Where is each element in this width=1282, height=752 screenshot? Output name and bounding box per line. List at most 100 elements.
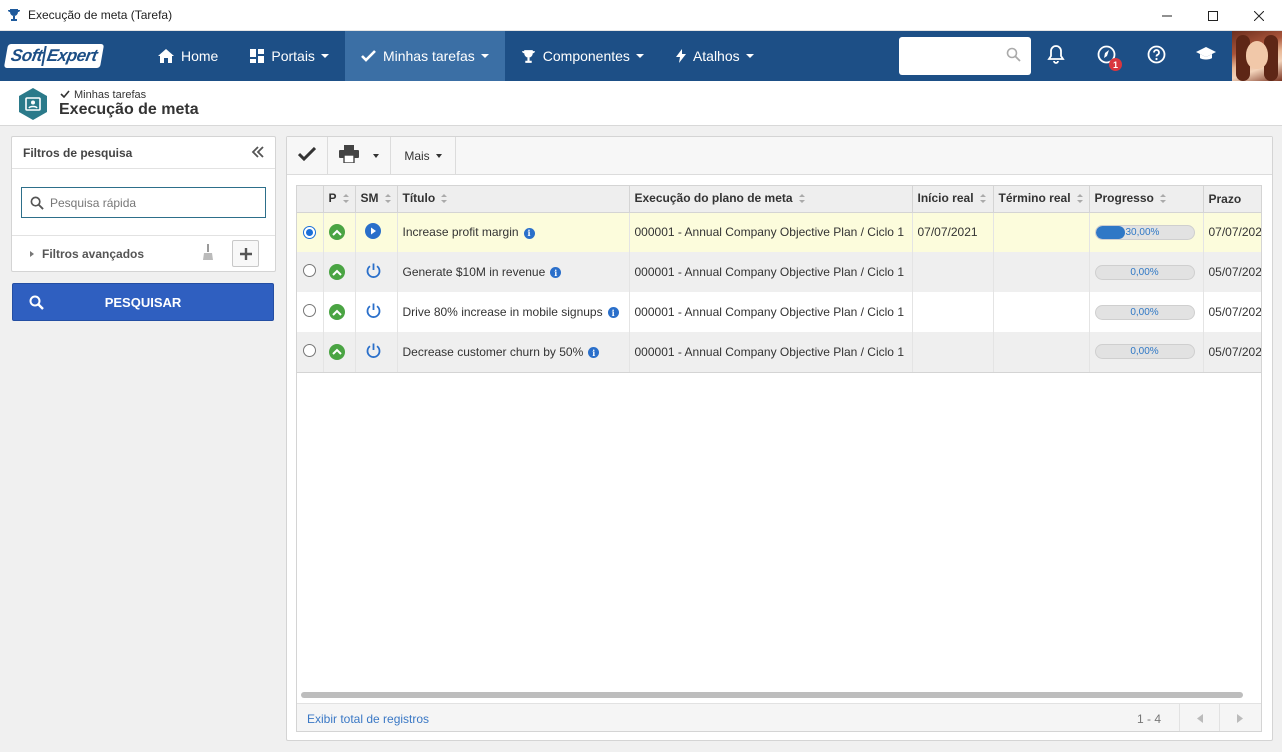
clear-filters-broom-icon[interactable] — [202, 244, 214, 264]
power-status-icon — [365, 303, 382, 322]
column-header-progress[interactable]: Progresso — [1089, 186, 1204, 213]
help-button[interactable] — [1131, 31, 1181, 81]
row-radio[interactable] — [303, 226, 316, 240]
table-row[interactable]: Drive 80% increase in mobile signups i 000… — [297, 292, 1261, 332]
previous-page-button[interactable] — [1179, 704, 1219, 731]
status-cell — [355, 332, 398, 373]
show-total-records-link[interactable]: Exibir total de registros — [307, 712, 429, 726]
task-title[interactable]: Generate $10M in revenue — [403, 265, 546, 279]
help-icon — [1147, 45, 1166, 67]
table-row[interactable]: Generate $10M in revenue i 000001 - Annual… — [297, 252, 1261, 292]
title-cell[interactable]: Drive 80% increase in mobile signups i — [397, 292, 630, 332]
status-cell — [355, 292, 398, 332]
title-cell[interactable]: Increase profit margin i — [397, 212, 630, 252]
nav-componentes[interactable]: Componentes — [505, 31, 660, 81]
select-column-header — [297, 186, 324, 213]
execute-button[interactable] — [287, 137, 328, 174]
maximize-button[interactable] — [1190, 0, 1236, 31]
priority-up-icon — [328, 304, 345, 320]
start-date-cell: 07/07/2021 — [912, 212, 994, 252]
row-select-cell[interactable] — [297, 252, 324, 292]
window-title: Execução de meta (Tarefa) — [28, 8, 173, 22]
print-button[interactable] — [328, 137, 391, 174]
progress-bar: 0,00% — [1094, 304, 1195, 320]
progress-cell: 0,00% — [1089, 332, 1204, 373]
softexpert-logo[interactable]: Soft Expert — [3, 43, 130, 69]
page-title: Execução de meta — [59, 101, 199, 118]
notifications-button[interactable] — [1031, 31, 1081, 81]
task-title[interactable]: Decrease customer churn by 50% — [403, 345, 584, 359]
info-icon[interactable]: i — [588, 347, 600, 359]
search-icon — [29, 295, 44, 313]
close-window-button[interactable] — [1236, 0, 1282, 31]
search-button[interactable]: PESQUISAR — [12, 283, 274, 321]
nav-minhas-tarefas-label: Minhas tarefas — [382, 48, 475, 64]
horizontal-scrollbar[interactable] — [301, 692, 1243, 698]
row-radio[interactable] — [303, 343, 316, 357]
quick-search-placeholder: Pesquisa rápida — [50, 195, 137, 210]
minimize-button[interactable] — [1144, 0, 1190, 31]
start-date-cell — [912, 252, 994, 292]
row-select-cell[interactable] — [297, 332, 324, 373]
chevron-down-icon — [373, 153, 379, 158]
info-icon[interactable]: i — [607, 307, 619, 319]
sort-icon — [342, 192, 349, 206]
table-row[interactable]: Increase profit margin i 000001 - Annual C… — [297, 212, 1262, 252]
row-radio[interactable] — [303, 304, 316, 317]
logo-text-expert: Expert — [41, 46, 99, 66]
column-header-priority[interactable]: P — [323, 186, 356, 213]
title-cell[interactable]: Generate $10M in revenue i — [397, 252, 630, 292]
end-date-cell — [993, 212, 1090, 252]
row-select-cell[interactable] — [297, 212, 324, 252]
nav-componentes-label: Componentes — [542, 48, 630, 64]
sort-icon — [1159, 192, 1166, 206]
column-header-plan[interactable]: Execução do plano de meta — [629, 186, 913, 213]
search-button-label: PESQUISAR — [104, 294, 182, 310]
column-header-sm[interactable]: SM — [355, 186, 398, 213]
global-search-input[interactable] — [899, 37, 1031, 75]
tasks-grid: P SM Título Execução do plano de meta In… — [296, 185, 1262, 732]
activities-button[interactable]: 1 — [1081, 31, 1131, 81]
progress-label: 30,00% — [1125, 226, 1160, 238]
task-title[interactable]: Increase profit margin — [403, 225, 519, 239]
column-header-start[interactable]: Início real — [912, 186, 994, 213]
notification-badge: 1 — [1109, 58, 1122, 71]
progress-cell: 0,00% — [1089, 292, 1204, 332]
plan-cell: 000001 - Annual Company Objective Plan /… — [629, 252, 913, 292]
sort-icon — [384, 192, 391, 206]
more-menu-button[interactable]: Mais — [391, 137, 456, 174]
row-radio[interactable] — [303, 264, 316, 277]
chevron-down-icon — [320, 54, 329, 58]
quick-search-input[interactable]: Pesquisa rápida — [21, 187, 266, 218]
table-row[interactable]: Decrease customer churn by 50% i 000001 - … — [297, 332, 1261, 373]
title-cell[interactable]: Decrease customer churn by 50% i — [397, 332, 630, 373]
column-header-title[interactable]: Título — [397, 186, 630, 213]
row-select-cell[interactable] — [297, 292, 324, 332]
column-header-deadline[interactable]: Prazo — [1203, 186, 1261, 213]
search-icon — [30, 196, 44, 210]
breadcrumb[interactable]: Minhas tarefas — [60, 89, 146, 101]
plan-name: 000001 - Annual Company Objective Plan /… — [634, 265, 905, 279]
column-header-end[interactable]: Término real — [993, 186, 1090, 213]
priority-up-icon — [328, 224, 345, 241]
info-icon[interactable]: i — [550, 267, 562, 279]
plan-name: 000001 - Annual Company Objective Plan /… — [634, 305, 905, 319]
deadline-date: 07/07/202 — [1208, 225, 1262, 240]
advanced-filters-toggle[interactable]: Filtros avançados — [12, 235, 275, 271]
user-avatar[interactable] — [1232, 31, 1282, 81]
learning-button[interactable] — [1181, 31, 1231, 81]
collapse-double-chevron-icon[interactable] — [251, 145, 265, 162]
task-title[interactable]: Drive 80% increase in mobile signups — [403, 305, 603, 319]
info-icon[interactable]: i — [523, 227, 535, 239]
status-cell — [355, 212, 398, 252]
next-page-button[interactable] — [1219, 704, 1259, 731]
nav-home[interactable]: Home — [142, 31, 234, 81]
nav-minhas-tarefas[interactable]: Minhas tarefas — [344, 31, 505, 81]
check-icon — [361, 50, 376, 62]
nav-portais[interactable]: Portais — [234, 31, 345, 81]
chevron-down-icon — [480, 54, 489, 58]
add-filter-button[interactable] — [232, 240, 259, 267]
nav-atalhos[interactable]: Atalhos — [660, 31, 770, 81]
progress-bar: 30,00% — [1094, 224, 1195, 240]
power-status-icon — [365, 263, 382, 282]
